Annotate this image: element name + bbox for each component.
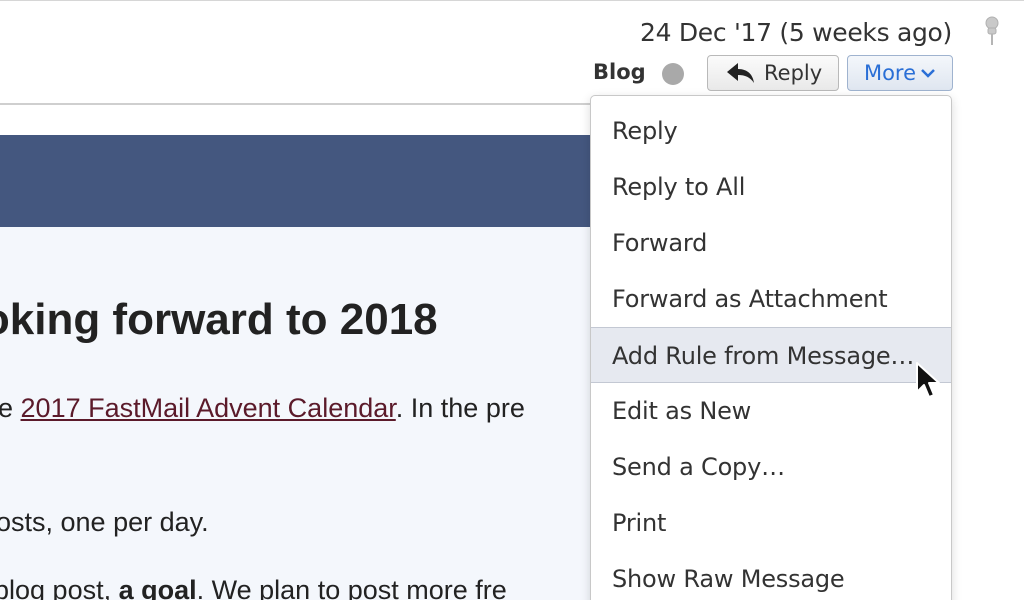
email-text: . We plan to post more fre — [196, 575, 507, 600]
top-divider — [0, 0, 1024, 1]
menu-item-forward-as-attachment[interactable]: Forward as Attachment — [591, 271, 951, 327]
menu-item-reply[interactable]: Reply — [591, 103, 951, 159]
menu-item-show-raw-message[interactable]: Show Raw Message — [591, 551, 951, 600]
more-button[interactable]: More — [847, 55, 953, 91]
email-text: blog post, — [0, 575, 119, 600]
menu-item-forward[interactable]: Forward — [591, 215, 951, 271]
menu-item-add-rule[interactable]: Add Rule from Message… — [591, 327, 951, 383]
reply-button-label: Reply — [764, 61, 823, 85]
header-divider — [0, 103, 592, 105]
status-dot — [662, 63, 684, 85]
advent-calendar-link[interactable]: 2017 FastMail Advent Calendar — [21, 393, 396, 423]
email-banner — [0, 135, 592, 227]
email-text: e — [0, 393, 21, 423]
email-body: ooking forward to 2018 e 2017 FastMail A… — [0, 227, 592, 600]
email-paragraph-2: osts, one per day. — [0, 507, 209, 537]
sender-label: Blog — [593, 60, 646, 84]
message-date: 24 Dec '17 (5 weeks ago) — [639, 18, 952, 47]
email-text: . In the pre — [395, 393, 525, 423]
reply-button[interactable]: Reply — [707, 55, 839, 91]
menu-item-send-a-copy[interactable]: Send a Copy… — [591, 439, 951, 495]
email-paragraph-3: blog post, a goal. We plan to post more … — [0, 575, 507, 600]
message-view: 24 Dec '17 (5 weeks ago) Blog Reply More… — [0, 0, 1024, 600]
email-paragraph-1: e 2017 FastMail Advent Calendar. In the … — [0, 393, 525, 424]
menu-item-edit-as-new[interactable]: Edit as New — [591, 383, 951, 439]
menu-item-reply-to-all[interactable]: Reply to All — [591, 159, 951, 215]
pin-icon[interactable] — [982, 16, 1002, 46]
reply-arrow-icon — [727, 63, 754, 83]
more-actions-menu: Reply Reply to All Forward Forward as At… — [590, 95, 952, 600]
menu-item-print[interactable]: Print — [591, 495, 951, 551]
mouse-pointer-icon — [916, 362, 940, 398]
email-bold-text: a goal — [118, 575, 197, 600]
email-heading: ooking forward to 2018 — [0, 295, 438, 344]
more-button-label: More — [863, 61, 917, 85]
chevron-down-icon — [921, 69, 935, 78]
